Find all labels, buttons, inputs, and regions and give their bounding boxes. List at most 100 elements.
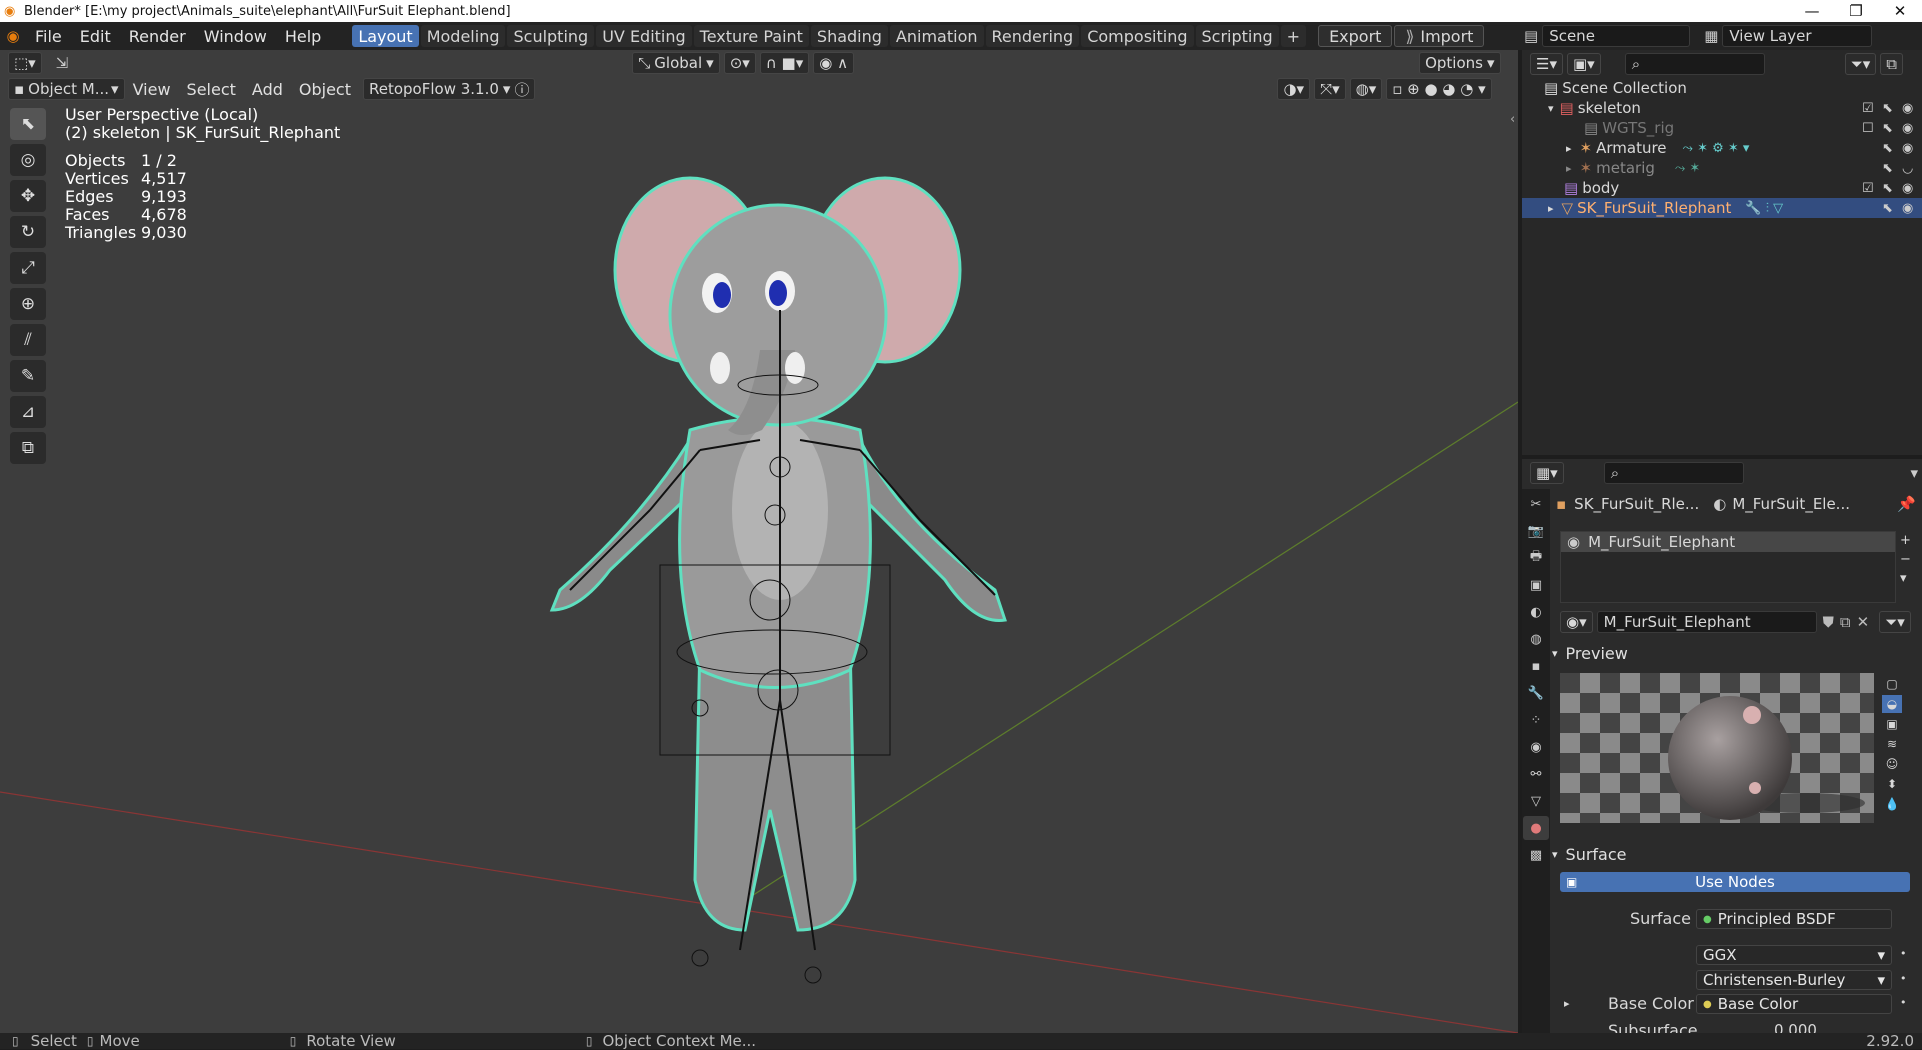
eye-icon[interactable]: ◉ bbox=[1902, 201, 1913, 216]
data-tab-icon[interactable]: ▽ bbox=[1523, 789, 1549, 813]
cloth-preview-icon[interactable]: ⬍ bbox=[1882, 775, 1902, 793]
menu-add[interactable]: Add bbox=[244, 80, 291, 99]
shading-modes[interactable]: ▫ ⊕ ● ◕ ◔ ▾ bbox=[1386, 78, 1492, 100]
checkbox-icon[interactable]: ☑ bbox=[1862, 101, 1874, 116]
draw-tool-icon[interactable]: ✎ bbox=[10, 360, 46, 392]
properties-editor-type[interactable]: ▦▾ bbox=[1530, 462, 1564, 484]
tab-rendering[interactable]: Rendering bbox=[985, 25, 1080, 47]
eye-icon[interactable]: ◉ bbox=[1902, 101, 1913, 116]
monkey-preview-icon[interactable]: ☺ bbox=[1882, 755, 1902, 773]
modifier-tab-icon[interactable]: 🔧 bbox=[1523, 681, 1549, 705]
unlink-icon[interactable]: ✕ bbox=[1857, 613, 1870, 631]
measure-tool-icon[interactable]: ⊿ bbox=[10, 396, 46, 428]
tab-scripting[interactable]: Scripting bbox=[1195, 25, 1279, 47]
remove-slot-icon[interactable]: − bbox=[1900, 552, 1911, 567]
maximize-button[interactable]: ❐ bbox=[1834, 0, 1878, 22]
eye-icon[interactable]: ◉ bbox=[1902, 141, 1913, 156]
surface-panel-header[interactable]: ▾ Surface bbox=[1552, 842, 1626, 866]
expand-icon[interactable]: ▸ bbox=[1566, 142, 1572, 155]
sphere-preview-icon[interactable]: ◒ bbox=[1882, 695, 1902, 713]
tab-compositing[interactable]: Compositing bbox=[1081, 25, 1194, 47]
tree-item-sk-fursuit[interactable]: ▸ ▽ SK_FurSuit_Rlephant 🔧 ⫶ ▽ ⬉ ◉ bbox=[1522, 198, 1922, 218]
preview-panel-header[interactable]: ▾ Preview bbox=[1552, 641, 1628, 665]
rotate-tool-icon[interactable]: ↻ bbox=[10, 216, 46, 248]
transform-pivot-icon[interactable]: ⇲ bbox=[56, 54, 69, 72]
select-arrow-icon[interactable]: ⬉ bbox=[1882, 101, 1893, 116]
editor-type-button[interactable]: ⬚▾ bbox=[8, 52, 42, 74]
render-tab-icon[interactable]: 📷 bbox=[1523, 519, 1549, 543]
pivot-point-dropdown[interactable]: ⊙▾ bbox=[723, 52, 756, 74]
object-tab-icon[interactable]: ▪ bbox=[1523, 654, 1549, 678]
move-tool-icon[interactable]: ✥ bbox=[10, 180, 46, 212]
duplicate-icon[interactable]: ⧉ bbox=[1840, 613, 1851, 631]
elephant-model[interactable] bbox=[549, 176, 1007, 932]
pin-icon[interactable]: 📌 bbox=[1897, 495, 1916, 513]
texture-tab-icon[interactable]: ▩ bbox=[1523, 843, 1549, 867]
select-arrow-icon[interactable]: ⬉ bbox=[1882, 121, 1893, 136]
outliner-search-input[interactable]: ⌕ bbox=[1624, 53, 1765, 75]
keyframe-dot-icon[interactable]: • bbox=[1900, 972, 1907, 985]
select-arrow-icon[interactable]: ⬉ bbox=[1882, 141, 1893, 156]
tree-item-body[interactable]: ▤ body ☑ ⬉ ◉ bbox=[1522, 178, 1922, 198]
fake-user-icon[interactable]: ⛊ bbox=[1823, 613, 1834, 631]
tree-item-skeleton[interactable]: ▾ ▤ skeleton ☑ ⬉ ◉ bbox=[1522, 98, 1922, 118]
view-layer-tab-icon[interactable]: ▣ bbox=[1523, 573, 1549, 597]
retopoflow-dropdown[interactable]: RetopoFlow 3.1.0 ▾ ⓘ bbox=[363, 78, 536, 100]
transform-tool-icon[interactable]: ⊕ bbox=[10, 288, 46, 320]
eye-icon[interactable]: ◉ bbox=[1902, 181, 1913, 196]
checkbox-icon[interactable]: ☐ bbox=[1862, 121, 1874, 136]
add-cube-tool-icon[interactable]: ⧉ bbox=[10, 432, 46, 464]
properties-search-input[interactable]: ⌕ bbox=[1603, 462, 1744, 484]
slot-menu-icon[interactable]: ▾ bbox=[1900, 571, 1911, 586]
tree-item-wgts-rig[interactable]: ▤ WGTS_rig ☐ ⬉ ◉ bbox=[1522, 118, 1922, 138]
cursor-tool-icon[interactable]: ◎ bbox=[10, 144, 46, 176]
annotate-tool-icon[interactable]: ⫽ bbox=[10, 324, 46, 356]
scene-selector-icon[interactable]: ▤ bbox=[1524, 27, 1538, 45]
mode-dropdown[interactable]: ▪ Object M... ▾ bbox=[8, 78, 125, 100]
view-layer-field[interactable]: View Layer bbox=[1722, 25, 1873, 47]
menu-file[interactable]: File bbox=[26, 27, 71, 46]
display-mode-dropdown[interactable]: ▣▾ bbox=[1566, 53, 1601, 75]
physics-tab-icon[interactable]: ◉ bbox=[1523, 735, 1549, 759]
tool-tab-icon[interactable]: ✂ bbox=[1523, 492, 1549, 516]
3d-viewport[interactable]: ⬚▾ ⇲ ⤡ Global ▾ ⊙▾ ∩ ■▾ ◉ ∧ Options ▾ ▪ Obje… bbox=[0, 50, 1518, 1033]
expand-icon[interactable]: ▸ bbox=[1548, 202, 1554, 215]
tab-texture-paint[interactable]: Texture Paint bbox=[693, 25, 809, 47]
tab-animation[interactable]: Animation bbox=[889, 25, 984, 47]
keyframe-dot-icon[interactable]: • bbox=[1900, 947, 1907, 960]
visibility-dropdown[interactable]: ◑▾ bbox=[1277, 78, 1311, 100]
material-tab-icon[interactable]: ● bbox=[1523, 816, 1549, 840]
import-button[interactable]: ⟫ Import bbox=[1394, 25, 1485, 47]
menu-help[interactable]: Help bbox=[276, 27, 330, 46]
menu-render[interactable]: Render bbox=[120, 27, 195, 46]
constraints-tab-icon[interactable]: ⚯ bbox=[1523, 762, 1549, 786]
collapse-sidebar-icon[interactable]: ‹ bbox=[1510, 112, 1515, 127]
select-arrow-icon[interactable]: ⬉ bbox=[1882, 201, 1893, 216]
eye-closed-icon[interactable]: ◡ bbox=[1902, 161, 1913, 176]
menu-window[interactable]: Window bbox=[195, 27, 276, 46]
material-name-field[interactable]: M_FurSuit_Elephant bbox=[1596, 611, 1817, 633]
hair-preview-icon[interactable]: ≋ bbox=[1882, 735, 1902, 753]
world-tab-icon[interactable]: ◍ bbox=[1523, 627, 1549, 651]
output-tab-icon[interactable]: 🖶 bbox=[1523, 546, 1549, 570]
keyframe-dot-icon[interactable]: • bbox=[1900, 996, 1907, 1009]
fluid-preview-icon[interactable]: 💧 bbox=[1882, 795, 1902, 813]
outliner-editor-type[interactable]: ☰▾ bbox=[1530, 53, 1563, 75]
select-arrow-icon[interactable]: ⬉ bbox=[1882, 181, 1893, 196]
link-dropdown[interactable]: ⏷▾ bbox=[1879, 611, 1911, 633]
transform-orientation-dropdown[interactable]: ⤡ Global ▾ bbox=[632, 52, 720, 74]
new-collection-button[interactable]: ⧉ bbox=[1880, 53, 1903, 75]
expand-icon[interactable]: ▸ bbox=[1564, 997, 1570, 1010]
gizmo-toggle[interactable]: ⤧▾ bbox=[1314, 78, 1346, 100]
menu-edit[interactable]: Edit bbox=[71, 27, 120, 46]
expand-icon[interactable]: ▾ bbox=[1548, 102, 1554, 115]
subsurface-value[interactable]: 0.000 bbox=[1774, 1021, 1817, 1033]
scene-field[interactable]: Scene bbox=[1542, 25, 1691, 47]
minimize-button[interactable]: — bbox=[1790, 0, 1834, 22]
filter-button[interactable]: ⏷▾ bbox=[1844, 53, 1877, 75]
particles-tab-icon[interactable]: ⁘ bbox=[1523, 708, 1549, 732]
expand-icon[interactable]: ▸ bbox=[1566, 162, 1572, 175]
snap-toggle[interactable]: ∩ ■▾ bbox=[759, 52, 810, 74]
subsurface-method-dropdown[interactable]: Christensen-Burley ▾ bbox=[1696, 970, 1892, 990]
tab-layout[interactable]: Layout bbox=[352, 25, 419, 47]
